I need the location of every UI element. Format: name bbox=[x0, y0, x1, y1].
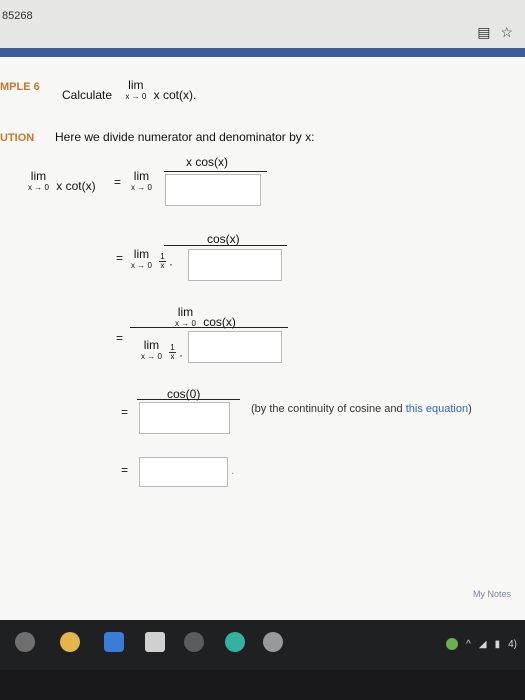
problem-expression: x cot(x). bbox=[153, 88, 197, 102]
battery-icon: ▮ bbox=[494, 638, 501, 650]
launcher-icon[interactable] bbox=[15, 632, 35, 652]
chevron-up-icon: ^ bbox=[466, 638, 471, 650]
system-tray[interactable]: ^ ◢ ▮ 4) bbox=[446, 638, 517, 650]
screen: 85268 ▤ ☆ MPLE 6 Calculate lim x → 0 x c… bbox=[0, 0, 525, 620]
row2-denominator: lim x → 0 1x · bbox=[131, 247, 174, 271]
row3-numerator: lim x → 0 cos(x) bbox=[175, 305, 236, 329]
settings-icon[interactable] bbox=[263, 632, 283, 652]
row2-fraction-line bbox=[164, 245, 287, 246]
chat-icon[interactable] bbox=[225, 632, 245, 652]
row3-equals: = bbox=[116, 331, 124, 345]
row3-denominator-input[interactable] bbox=[188, 331, 282, 363]
row1-equals: = bbox=[114, 175, 122, 189]
chrome-icon[interactable] bbox=[60, 632, 80, 652]
bezel bbox=[0, 670, 525, 700]
browser-topbar: 85268 ▤ ☆ bbox=[0, 0, 525, 49]
row2-numerator: cos(x) bbox=[207, 232, 240, 246]
row4-denominator-input[interactable] bbox=[139, 402, 230, 434]
row1-denominator-input[interactable] bbox=[165, 174, 261, 206]
row2-denominator-input[interactable] bbox=[188, 249, 282, 281]
wifi-icon: ◢ bbox=[478, 638, 487, 650]
row4-equals: = bbox=[121, 405, 129, 419]
app-icon[interactable] bbox=[104, 632, 124, 652]
my-notes-button[interactable]: My Notes bbox=[473, 589, 511, 599]
row4-fraction-line bbox=[137, 399, 240, 400]
taskbar: ^ ◢ ▮ 4) bbox=[0, 620, 525, 670]
final-answer-input[interactable] bbox=[139, 457, 228, 487]
book-icon[interactable]: ▤ bbox=[477, 24, 490, 41]
account-icon bbox=[446, 638, 459, 650]
site-header-band bbox=[0, 48, 525, 57]
row2-equals: = bbox=[116, 251, 124, 265]
row4-note: (by the continuity of cosine and this eq… bbox=[251, 403, 472, 415]
this-equation-link[interactable]: this equation bbox=[406, 403, 468, 415]
url-fragment: 85268 bbox=[2, 10, 33, 22]
problem-prompt: Calculate bbox=[62, 88, 113, 102]
problem-statement: Calculate lim x → 0 x cot(x). bbox=[62, 79, 196, 102]
main-content: MPLE 6 Calculate lim x → 0 x cot(x). UTI… bbox=[0, 57, 525, 620]
row1-rhs-limit: lim x → 0 bbox=[131, 169, 152, 192]
example-label: MPLE 6 bbox=[0, 81, 40, 93]
row3-denominator: lim x → 0 1x · bbox=[141, 338, 184, 362]
row1-numerator: x cos(x) bbox=[186, 155, 228, 169]
row3-fraction-line bbox=[130, 327, 288, 328]
solution-intro: Here we divide numerator and denominator… bbox=[55, 130, 315, 144]
row1-lhs: lim x → 0 x cot(x) bbox=[28, 169, 96, 193]
files-icon[interactable] bbox=[145, 632, 165, 652]
hp-icon[interactable] bbox=[184, 632, 204, 652]
star-icon[interactable]: ☆ bbox=[500, 24, 513, 41]
row5-period: . bbox=[231, 463, 235, 477]
browser-actions: ▤ ☆ bbox=[477, 24, 513, 41]
volume-icon: 4) bbox=[508, 638, 517, 650]
row5-equals: = bbox=[121, 463, 129, 477]
problem-limit: lim x → 0 bbox=[125, 78, 147, 101]
solution-label: UTION bbox=[0, 132, 35, 144]
row1-fraction-line bbox=[164, 171, 267, 172]
